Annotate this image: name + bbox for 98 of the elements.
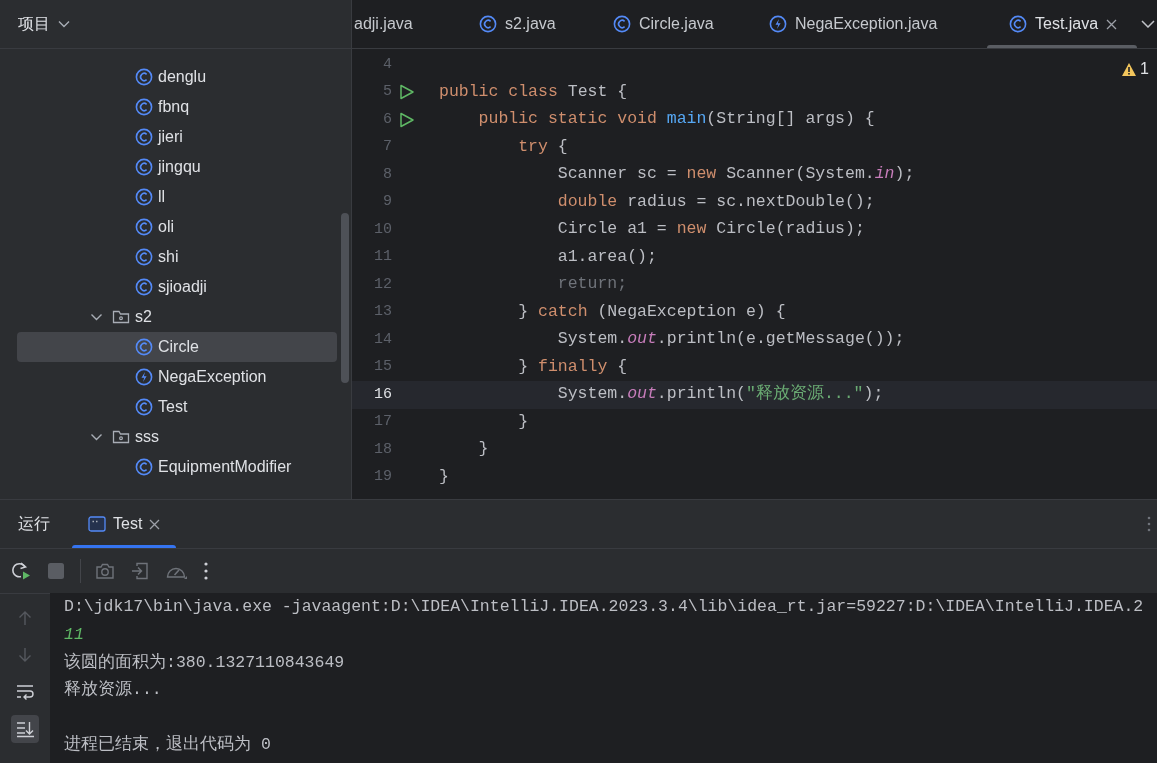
console-line: 该圆的面积为:380.1327110843649: [64, 651, 345, 674]
line-number: 19: [373, 467, 392, 487]
editor-tab[interactable]: NegaException.java: [755, 0, 987, 48]
tree-item[interactable]: NegaException: [17, 362, 337, 392]
editor-tab[interactable]: s2.java: [465, 0, 597, 48]
tree-item[interactable]: jieri: [17, 122, 337, 152]
class-icon: [1009, 15, 1027, 33]
chevron-down-icon[interactable]: [58, 20, 70, 28]
line-number: 4: [382, 54, 392, 75]
code-line: System.out.println(e.getMessage());: [556, 328, 905, 351]
arrow-down-icon: [16, 646, 34, 664]
code-line: }: [517, 410, 529, 433]
line-number: 14: [373, 329, 392, 350]
class-icon: [135, 128, 153, 146]
code-line: }: [477, 438, 489, 461]
scroll-end-button[interactable]: [11, 715, 39, 743]
tree-item[interactable]: Circle: [17, 332, 337, 362]
scrollbar[interactable]: [341, 213, 349, 383]
class-icon: [135, 68, 153, 86]
code-line: } catch (NegaException e) {: [517, 300, 786, 323]
code-line: System.out.println("释放资源...");: [556, 383, 884, 406]
panel-title[interactable]: 项目: [18, 12, 50, 36]
chevron-down-icon[interactable]: [90, 431, 103, 443]
line-number: 18: [373, 439, 392, 460]
editor-tab[interactable]: adji.java: [352, 0, 465, 48]
line-number: 6: [382, 109, 392, 130]
stop-icon: [46, 561, 66, 581]
code-line: }: [439, 465, 449, 488]
tree-item[interactable]: shi: [17, 242, 337, 272]
class-icon: [135, 188, 153, 206]
console-line: D:\jdk17\bin\java.exe -javaagent:D:\IDEA\IntelliJ.IDEA.2023.3.4\lib\idea_rt.jar=59227:D:\IDEA\IntelliJ.IDEA.2: [64, 596, 1144, 619]
code-line: try {: [517, 135, 568, 158]
run-icon[interactable]: [399, 84, 415, 101]
class-icon: [613, 15, 631, 33]
panel-title: 运行: [18, 513, 50, 535]
line-number: 7: [382, 137, 392, 157]
close-icon[interactable]: [149, 518, 161, 530]
warning-count: 1: [1140, 59, 1149, 79]
run-tab[interactable]: Test: [72, 500, 177, 548]
tree-item[interactable]: denglu: [17, 62, 337, 92]
line-number: 8: [382, 164, 392, 185]
rerun-icon: [11, 561, 31, 581]
chevron-down-icon[interactable]: [90, 311, 103, 323]
console-line: 进程已结束，退出代码为 0: [64, 734, 271, 757]
line-number: 15: [373, 357, 392, 377]
folder-icon: [112, 308, 130, 326]
camera-icon: [95, 561, 115, 581]
chevron-down-icon[interactable]: [1141, 20, 1155, 28]
lightning-icon: [769, 15, 787, 33]
console-line: 11: [64, 624, 84, 646]
line-number: 16: [373, 384, 392, 405]
tree-item[interactable]: s2: [17, 302, 337, 332]
folder-icon: [112, 428, 130, 446]
class-icon: [135, 248, 153, 266]
class-icon: [135, 98, 153, 116]
tree-item[interactable]: EquipmentModifier: [17, 452, 337, 482]
exit-icon: [130, 561, 150, 581]
code-line: return;: [556, 273, 628, 296]
tree-item[interactable]: sjioadji: [17, 272, 337, 302]
code-line: public static void main(String[] args) {: [477, 108, 875, 131]
tree-item[interactable]: ll: [17, 182, 337, 212]
tree-item[interactable]: fbnq: [17, 92, 337, 122]
terminal-icon: [88, 515, 106, 533]
class-icon: [135, 458, 153, 476]
tree-item[interactable]: jingqu: [17, 152, 337, 182]
line-number: 17: [373, 412, 392, 432]
editor-tab[interactable]: Test.java: [987, 0, 1137, 48]
line-number: 9: [382, 192, 392, 212]
class-icon: [135, 338, 153, 356]
tree-item[interactable]: sss: [17, 422, 337, 452]
line-number: 5: [382, 82, 392, 102]
line-number: 12: [373, 274, 392, 295]
tree-item[interactable]: Test: [17, 392, 337, 422]
code-line: Circle a1 = new Circle(radius);: [556, 218, 865, 241]
code-line: } finally {: [517, 355, 628, 378]
warning-icon[interactable]: [1121, 61, 1138, 77]
code-line: public class Test {: [439, 80, 628, 103]
wrap-icon: [16, 683, 34, 701]
class-icon: [135, 158, 153, 176]
line-number: 13: [373, 302, 392, 322]
class-icon: [479, 15, 497, 33]
code-line: double radius = sc.nextDouble();: [556, 190, 875, 213]
console-line: 释放资源...: [64, 679, 162, 702]
run-icon[interactable]: [399, 111, 415, 128]
editor-tab[interactable]: Circle.java: [597, 0, 755, 48]
class-icon: [135, 278, 153, 296]
scroll-end-icon: [16, 720, 34, 738]
line-number: 10: [373, 219, 392, 240]
more-icon[interactable]: [1147, 516, 1151, 532]
more-icon: [203, 561, 209, 581]
class-icon: [135, 398, 153, 416]
code-line: a1.area();: [556, 245, 657, 268]
class-icon: [135, 218, 153, 236]
tree-item[interactable]: oli: [17, 212, 337, 242]
lightning-icon: [135, 368, 153, 386]
code-line: Scanner sc = new Scanner(System.in);: [556, 163, 915, 186]
close-icon[interactable]: [1106, 18, 1118, 30]
line-number: 11: [373, 247, 392, 267]
